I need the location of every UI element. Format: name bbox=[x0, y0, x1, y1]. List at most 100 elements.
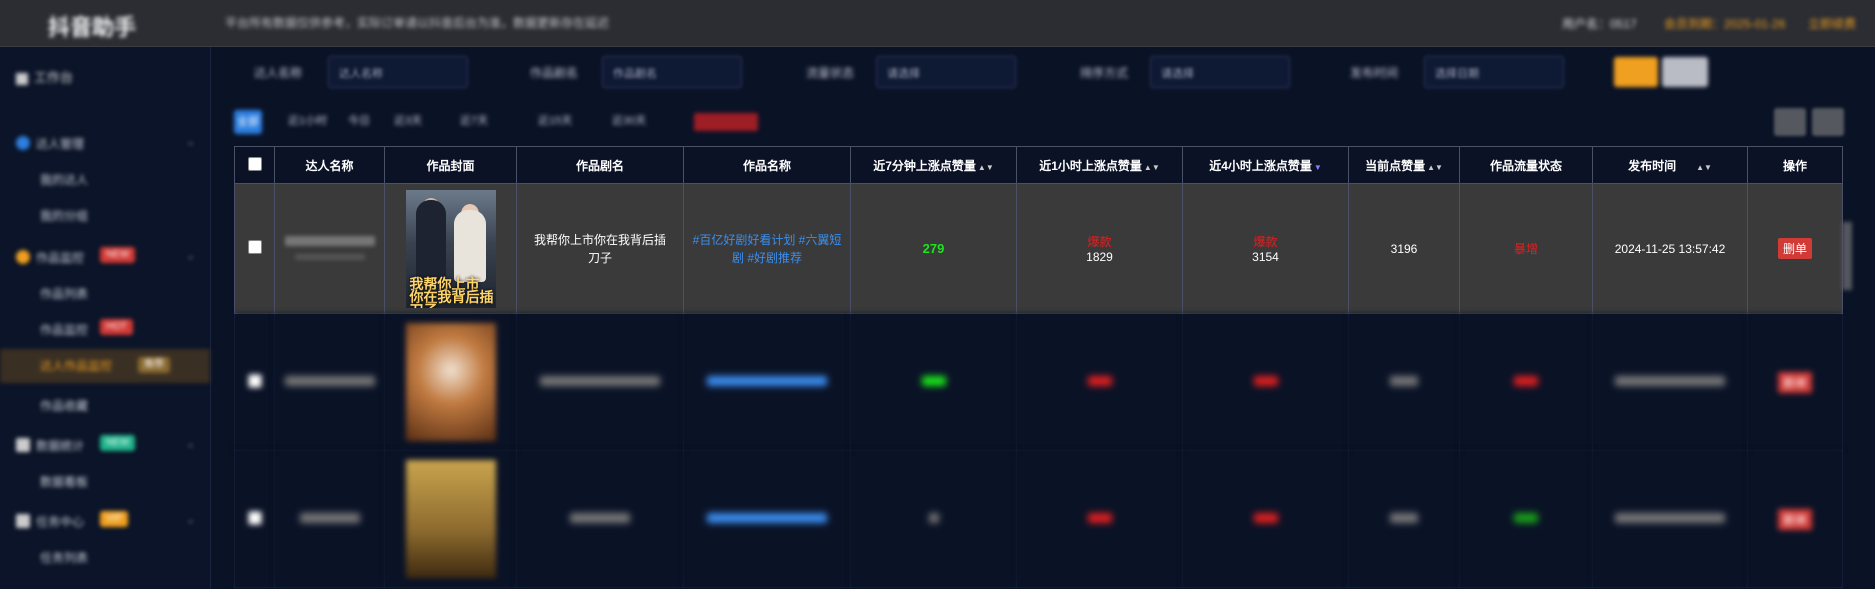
talent-cell bbox=[274, 313, 385, 451]
col-header-likes-total[interactable]: 当前点赞量 ▲▼ bbox=[1348, 146, 1460, 184]
sort-desc-icon[interactable]: ▼ bbox=[1314, 163, 1322, 172]
refresh-button[interactable] bbox=[1774, 108, 1806, 136]
row-checkbox[interactable] bbox=[247, 510, 262, 525]
col-header-talent: 达人名称 bbox=[274, 146, 385, 184]
tab-custom[interactable] bbox=[694, 113, 758, 131]
user-info[interactable]: 用户名：0517 bbox=[1562, 15, 1637, 32]
sidebar-group-tasks[interactable]: 任务中心 VIP ⌄ bbox=[0, 505, 210, 535]
cover-cell[interactable] bbox=[384, 313, 517, 451]
likes-7m-cell: 279 bbox=[850, 183, 1017, 314]
chart-icon bbox=[16, 438, 30, 452]
app-logo[interactable]: 抖音助手 bbox=[48, 10, 136, 42]
title-cell[interactable]: #百亿好剧好看计划 #六翼短剧 #好剧推荐 bbox=[683, 183, 851, 314]
likes-1h-cell: 爆款 1829 bbox=[1016, 183, 1183, 314]
new-badge: NEW bbox=[100, 247, 136, 263]
chevron-down-icon: ⌄ bbox=[186, 136, 196, 148]
filter-label: 排序方式 bbox=[1080, 66, 1129, 80]
sidebar-item[interactable]: 作品监控 HOT bbox=[0, 313, 210, 343]
work-cover-image[interactable] bbox=[405, 460, 496, 578]
row-checkbox[interactable] bbox=[247, 373, 262, 388]
cover-cell[interactable]: 我帮你上市 你在我背后插刀子 bbox=[384, 183, 517, 314]
tab-7d[interactable]: 近7天 bbox=[460, 112, 488, 132]
filter-label: 发布时间 bbox=[1350, 66, 1399, 80]
status-cell bbox=[1459, 313, 1593, 451]
sort-icon[interactable]: ▲▼ bbox=[1144, 163, 1160, 172]
delete-button[interactable]: 删单 bbox=[1777, 371, 1812, 393]
works-table: 达人名称 作品封面 作品剧名 作品名称 近7分钟上涨点赞量 ▲▼ 近1小时上涨点赞… bbox=[234, 146, 1843, 588]
title-cell[interactable] bbox=[683, 313, 851, 451]
sidebar-item[interactable]: 我的达人 bbox=[0, 163, 210, 193]
tab-1h[interactable]: 近1小时 bbox=[288, 112, 327, 132]
recommend-badge: 推荐 bbox=[138, 357, 170, 373]
talent-id-blurred bbox=[294, 253, 365, 260]
drama-name-cell bbox=[516, 450, 684, 588]
row-checkbox[interactable] bbox=[247, 240, 262, 254]
publish-time-cell bbox=[1592, 450, 1748, 588]
renew-link[interactable]: 立即续费 bbox=[1808, 15, 1856, 32]
status-select[interactable]: 请选择 bbox=[876, 56, 1016, 88]
actions-cell: 删单 bbox=[1747, 450, 1843, 588]
likes-1h-cell bbox=[1016, 450, 1183, 588]
delete-button[interactable]: 删单 bbox=[1777, 238, 1812, 259]
talent-name-input[interactable]: 达人名称 bbox=[328, 56, 468, 88]
publish-time-cell: 2024-11-25 13:57:42 bbox=[1592, 183, 1748, 314]
tab-15d[interactable]: 近15天 bbox=[538, 112, 572, 132]
sidebar-item[interactable]: 数据看板 bbox=[0, 465, 210, 495]
work-title-link[interactable]: #百亿好剧好看计划 #六翼短剧 #好剧推荐 bbox=[693, 233, 842, 265]
title-cell[interactable] bbox=[683, 450, 851, 588]
date-picker[interactable]: 选择日期 bbox=[1424, 56, 1564, 88]
sidebar-item[interactable]: 作品列表 bbox=[0, 277, 210, 307]
sidebar-group-works[interactable]: 作品监控 NEW ⌄ bbox=[0, 241, 210, 271]
col-header-likes-7m[interactable]: 近7分钟上涨点赞量 ▲▼ bbox=[850, 146, 1017, 184]
top-bar: 抖音助手 平台所有数据仅供参考，实际订单请以抖音后台为准，数据更新存在延迟 用户… bbox=[0, 0, 1875, 47]
tab-all[interactable]: 全部 bbox=[234, 110, 262, 134]
sidebar-item[interactable]: 任务列表 bbox=[0, 541, 210, 571]
columns-button[interactable] bbox=[1812, 108, 1844, 136]
hot-badge: HOT bbox=[100, 319, 134, 335]
work-cover-image[interactable]: 我帮你上市 你在我背后插刀子 bbox=[405, 189, 496, 308]
likes-4h-cell bbox=[1182, 313, 1349, 451]
col-header-actions: 操作 bbox=[1747, 146, 1843, 184]
table-row[interactable]: 我帮你上市 你在我背后插刀子 我帮你上市你在我背后插刀子 #百亿好剧好看计划 #… bbox=[234, 183, 1843, 314]
hot-tag: 爆款 bbox=[1253, 235, 1278, 249]
status-cell bbox=[1459, 450, 1593, 588]
reset-button[interactable] bbox=[1662, 57, 1708, 87]
sidebar-item[interactable]: 作品收藏 bbox=[0, 389, 210, 419]
sort-icon[interactable]: ▲▼ bbox=[1696, 163, 1712, 172]
publish-time-cell bbox=[1592, 313, 1748, 451]
cover-cell[interactable] bbox=[384, 450, 517, 588]
col-header-likes-1h[interactable]: 近1小时上涨点赞量 ▲▼ bbox=[1016, 146, 1183, 184]
scrollbar-thumb[interactable] bbox=[1842, 222, 1852, 290]
sidebar-group-talent[interactable]: 达人管理 ⌄ bbox=[0, 127, 210, 157]
talent-cell bbox=[274, 450, 385, 588]
sidebar-item-label: 工作台 bbox=[34, 70, 74, 85]
sidebar-item-active[interactable]: 达人作品监控 推荐 bbox=[0, 349, 210, 383]
actions-cell: 删单 bbox=[1747, 183, 1843, 314]
sort-icon[interactable]: ▲▼ bbox=[1427, 163, 1443, 172]
table-row[interactable]: 删单 bbox=[234, 313, 1843, 451]
table-row[interactable]: 删单 bbox=[234, 450, 1843, 588]
col-header-likes-4h[interactable]: 近4小时上涨点赞量 ▼ bbox=[1182, 146, 1349, 184]
delete-button[interactable]: 删单 bbox=[1777, 508, 1812, 530]
tab-today[interactable]: 今日 bbox=[348, 112, 370, 132]
search-button[interactable] bbox=[1614, 57, 1658, 87]
sidebar-item-home[interactable]: 工作台 bbox=[16, 67, 196, 91]
col-header-publish-time[interactable]: 发布时间 ▲▼ bbox=[1592, 146, 1748, 184]
sidebar-group-stats[interactable]: 数据统计 NEW ⌄ bbox=[0, 429, 210, 459]
sidebar: 工作台 达人管理 ⌄ 我的达人 我的分组 作品监控 NEW ⌄ 作品列表 作品监… bbox=[0, 47, 211, 589]
sort-icon[interactable]: ▲▼ bbox=[978, 163, 994, 172]
chevron-down-icon: ⌄ bbox=[186, 438, 196, 450]
status-cell: 暴增 bbox=[1459, 183, 1593, 314]
select-all-checkbox[interactable] bbox=[247, 156, 262, 171]
sort-select[interactable]: 请选择 bbox=[1150, 56, 1290, 88]
user-icon bbox=[16, 136, 30, 150]
filter-label: 达人名称 bbox=[254, 66, 303, 80]
new-badge: NEW bbox=[100, 435, 136, 451]
tab-3d[interactable]: 近3天 bbox=[394, 112, 422, 132]
drama-name-input[interactable]: 作品剧名 bbox=[602, 56, 742, 88]
tab-30d[interactable]: 近30天 bbox=[612, 112, 646, 132]
work-cover-image[interactable] bbox=[405, 323, 496, 441]
vip-badge: VIP bbox=[100, 511, 129, 527]
sidebar-item[interactable]: 我的分组 bbox=[0, 199, 210, 229]
select-all-cell[interactable] bbox=[234, 146, 275, 184]
